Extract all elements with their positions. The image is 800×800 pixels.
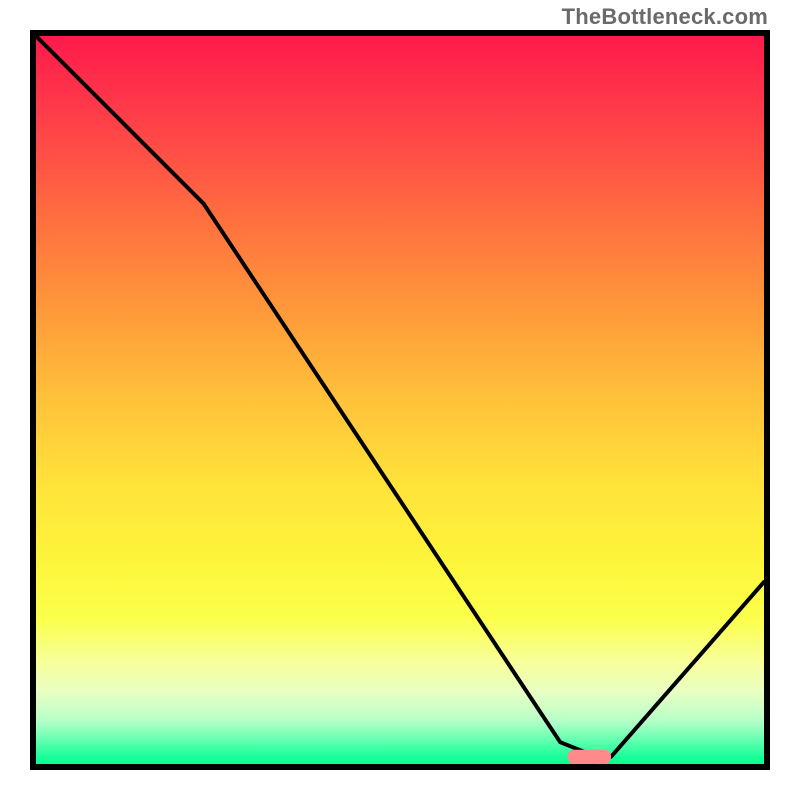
watermark-text: TheBottleneck.com xyxy=(562,4,768,30)
plot-area xyxy=(36,36,764,764)
bottleneck-curve-line xyxy=(36,36,764,757)
curve-layer xyxy=(36,36,764,764)
optimal-range-marker xyxy=(567,750,611,764)
chart-frame xyxy=(30,30,770,770)
